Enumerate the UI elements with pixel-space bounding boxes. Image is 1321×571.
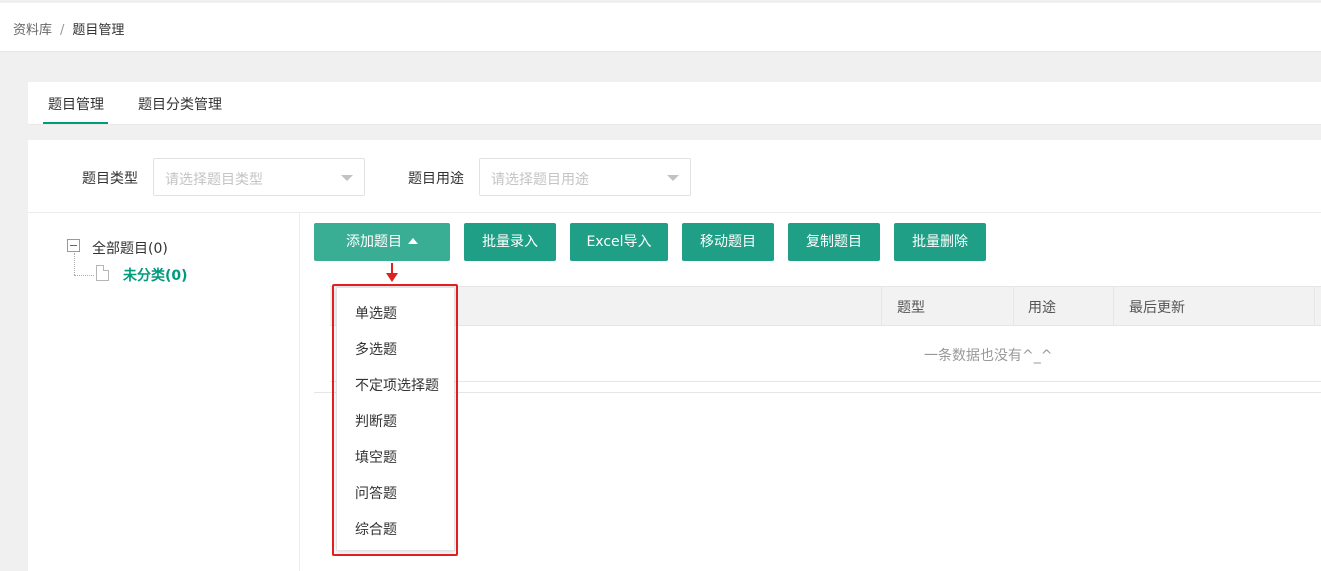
type-select-placeholder: 请选择题目类型 bbox=[165, 172, 263, 188]
tree-node-uncategorized[interactable]: 未分类(0) bbox=[123, 265, 188, 285]
annotation-arrow-head bbox=[386, 273, 398, 282]
breadcrumb-root[interactable]: 资料库 bbox=[13, 23, 52, 38]
caret-up-icon bbox=[408, 238, 418, 244]
breadcrumb-current: 题目管理 bbox=[72, 23, 125, 38]
tab-category-management[interactable]: 题目分类管理 bbox=[138, 94, 222, 114]
usage-filter-label: 题目用途 bbox=[408, 171, 464, 187]
breadcrumb: 资料库 / 题目管理 bbox=[13, 19, 124, 38]
column-header-type[interactable]: 题型 bbox=[897, 297, 925, 317]
column-header-last-updated[interactable]: 最后更新 bbox=[1129, 297, 1185, 317]
type-filter-label: 题目类型 bbox=[82, 171, 138, 187]
tree-root-node[interactable]: 全部题目(0) bbox=[92, 238, 168, 258]
tree-connector bbox=[74, 275, 94, 276]
breadcrumb-separator: / bbox=[60, 23, 65, 38]
add-question-label: 添加题目 bbox=[346, 234, 402, 250]
top-bar: 资料库 / 题目管理 bbox=[0, 3, 1321, 52]
collapse-icon[interactable] bbox=[67, 239, 80, 252]
column-header-usage[interactable]: 用途 bbox=[1028, 297, 1056, 317]
document-icon bbox=[96, 265, 109, 281]
column-divider bbox=[1314, 287, 1315, 325]
column-divider bbox=[881, 287, 882, 325]
column-divider bbox=[1013, 287, 1014, 325]
caret-down-icon bbox=[667, 175, 679, 181]
column-divider bbox=[1113, 287, 1114, 325]
batch-entry-button[interactable]: 批量录入 bbox=[464, 223, 556, 261]
caret-down-icon bbox=[341, 175, 353, 181]
tree-connector bbox=[74, 253, 75, 275]
move-question-button[interactable]: 移动题目 bbox=[682, 223, 774, 261]
usage-select-placeholder: 请选择题目用途 bbox=[491, 172, 589, 188]
type-select[interactable]: 请选择题目类型 bbox=[153, 158, 365, 196]
batch-delete-button[interactable]: 批量删除 bbox=[894, 223, 986, 261]
empty-message: 一条数据也没有^_^ bbox=[924, 348, 1053, 364]
copy-question-button[interactable]: 复制题目 bbox=[788, 223, 880, 261]
add-question-button[interactable]: 添加题目 bbox=[314, 223, 450, 261]
table-empty-row bbox=[330, 326, 1321, 382]
excel-import-button[interactable]: Excel导入 bbox=[570, 223, 668, 261]
usage-select[interactable]: 请选择题目用途 bbox=[479, 158, 691, 196]
active-tab-indicator bbox=[43, 122, 108, 124]
annotation-highlight-box bbox=[332, 284, 458, 556]
tab-question-management[interactable]: 题目管理 bbox=[48, 94, 104, 114]
